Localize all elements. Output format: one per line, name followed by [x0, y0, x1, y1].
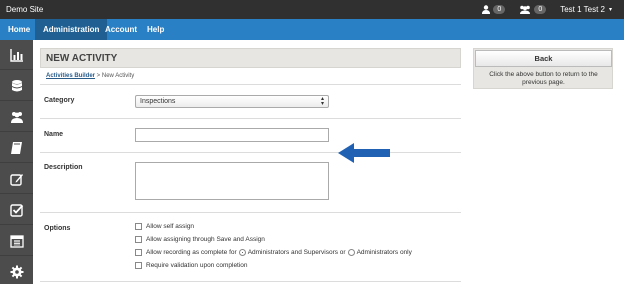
group-count-control[interactable]: 0	[519, 5, 547, 14]
option-allow-recording-complete: Allow recording as complete for Administ…	[135, 249, 412, 256]
divider	[40, 281, 461, 282]
top-right-controls: 0 0 Test 1 Test 2 ▾	[482, 3, 612, 16]
gear-icon	[10, 265, 23, 278]
site-title[interactable]: Demo Site	[6, 5, 43, 14]
back-help-text: Click the above button to return to the …	[489, 71, 598, 86]
description-field[interactable]	[135, 162, 329, 200]
user-menu[interactable]: Test 1 Test 2	[560, 5, 605, 14]
option-require-validation: Require validation upon completion	[135, 262, 248, 269]
category-label: Category	[44, 97, 75, 104]
breadcrumb-current: New Activity	[101, 73, 135, 79]
divider	[40, 212, 461, 213]
radio-label: Administrators only	[356, 249, 412, 256]
top-bar: Demo Site 0 0 Test 1 Test 2 ▾	[0, 0, 624, 19]
chevron-down-icon[interactable]: ▾	[609, 6, 612, 13]
book-icon	[10, 141, 22, 154]
name-field[interactable]	[135, 128, 329, 142]
option-label: Allow recording as complete for	[146, 249, 237, 256]
select-arrows-icon: ▴ ▾	[320, 96, 324, 107]
nav-home[interactable]: Home	[0, 19, 38, 40]
admins-only-radio[interactable]	[347, 249, 355, 256]
category-select-value: Inspections	[140, 98, 176, 105]
group-icon	[520, 5, 531, 14]
divider	[40, 152, 461, 153]
main-nav: Home Administration Account Help	[0, 19, 624, 40]
sidebar-item-settings[interactable]	[0, 257, 33, 284]
divider	[40, 84, 461, 85]
allow-self-assign-checkbox[interactable]	[135, 223, 142, 230]
sidebar-item-tasks[interactable]	[0, 195, 33, 225]
require-validation-checkbox[interactable]	[135, 262, 142, 269]
name-label: Name	[44, 131, 64, 138]
page-title: NEW ACTIVITY	[40, 48, 461, 68]
option-label: Allow assigning through Save and Assign	[146, 236, 265, 243]
sidebar-item-data[interactable]	[0, 71, 33, 101]
check-square-icon	[9, 203, 23, 217]
admins-supervisors-radio[interactable]	[238, 249, 246, 256]
breadcrumb-link-activities-builder[interactable]: Activities Builder	[46, 73, 95, 79]
description-label: Description	[44, 164, 83, 171]
back-panel: Back Click the above button to return to…	[473, 48, 613, 89]
option-label: Require validation upon completion	[146, 262, 248, 269]
options-label: Options	[44, 225, 71, 232]
user-count-control[interactable]: 0	[482, 5, 506, 14]
nav-account[interactable]: Account	[97, 19, 145, 40]
users-icon	[10, 111, 23, 123]
left-arrow-icon	[338, 143, 390, 163]
user-icon	[482, 5, 491, 14]
allow-recording-complete-checkbox[interactable]	[135, 249, 142, 256]
sidebar-item-users[interactable]	[0, 102, 33, 132]
user-count-badge: 0	[493, 5, 506, 14]
divider	[40, 118, 461, 119]
breadcrumb-separator: >	[95, 73, 102, 79]
sidebar-item-edit[interactable]	[0, 164, 33, 194]
option-label: Allow self assign	[146, 223, 195, 230]
sidebar	[0, 40, 33, 284]
category-select[interactable]: Inspections ▴ ▾	[135, 95, 329, 108]
sidebar-item-reports[interactable]	[0, 40, 33, 70]
sidebar-item-library[interactable]	[0, 133, 33, 163]
sidebar-item-calendar[interactable]	[0, 226, 33, 256]
bar-chart-icon	[9, 48, 23, 62]
database-icon	[11, 79, 22, 91]
allow-save-assign-checkbox[interactable]	[135, 236, 142, 243]
radio-label: Administrators and Supervisors or	[247, 249, 346, 256]
edit-icon	[9, 173, 23, 186]
breadcrumb: Activities Builder > New Activity	[46, 73, 134, 79]
back-button[interactable]: Back	[475, 50, 612, 67]
option-allow-save-assign: Allow assigning through Save and Assign	[135, 236, 265, 243]
option-allow-self-assign: Allow self assign	[135, 223, 194, 230]
group-count-badge: 0	[534, 5, 547, 14]
calendar-icon	[9, 234, 24, 248]
nav-help[interactable]: Help	[139, 19, 172, 40]
